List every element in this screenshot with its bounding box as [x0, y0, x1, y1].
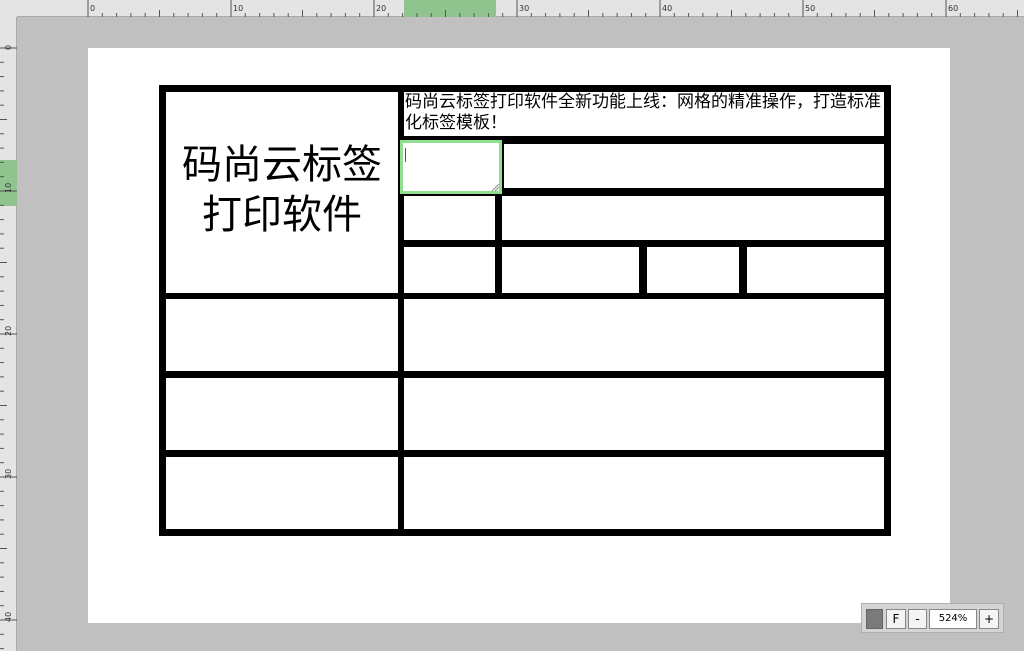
table-cell-row2-col2[interactable]: [502, 196, 884, 240]
ruler-corner: [0, 0, 17, 17]
table-cell-row1-col2[interactable]: [504, 144, 884, 188]
horizontal-ruler[interactable]: 0 10 20 30 40 50 60: [0, 0, 1024, 17]
ruler-label: 10: [233, 4, 243, 13]
text-caret: [405, 148, 406, 162]
table-cell-row5-value[interactable]: [404, 378, 884, 450]
zoom-in-button[interactable]: +: [979, 609, 999, 629]
ruler-label: 20: [4, 326, 13, 336]
ruler-label: 30: [4, 469, 13, 479]
header-announcement-text: 码尚云标签打印软件全新功能上线：网格的精准操作，打造标准化标签模板！: [405, 92, 881, 133]
table-cell-row4-value[interactable]: [404, 299, 884, 371]
table-cell-row3-col2[interactable]: [502, 247, 639, 293]
ruler-label: 60: [948, 4, 958, 13]
ruler-label: 20: [376, 4, 386, 13]
table-cell-row6-label[interactable]: [166, 457, 398, 529]
color-swatch[interactable]: [866, 609, 883, 629]
zoom-out-button[interactable]: -: [908, 609, 927, 629]
ruler-label: 0: [90, 4, 95, 13]
table-cell-row4-label[interactable]: [166, 299, 398, 371]
table-cell-row3-col1[interactable]: [404, 247, 495, 293]
ruler-label: 40: [662, 4, 672, 13]
horizontal-ruler-ticks: 0 10 20 30 40 50 60: [87, 0, 1018, 17]
ruler-label: 0: [4, 45, 13, 50]
brand-title-text: 码尚云标签打印软件: [182, 142, 382, 238]
table-cell-row2-col1[interactable]: [404, 196, 495, 240]
ruler-label: 30: [519, 4, 529, 13]
table-cell-row3-col4[interactable]: [747, 247, 884, 293]
table-cell-row5-label[interactable]: [166, 378, 398, 450]
vertical-ruler[interactable]: 0 10 20 30 40: [0, 17, 17, 651]
ruler-label: 40: [4, 612, 13, 622]
zoom-level-field[interactable]: 524%: [929, 609, 977, 629]
table-cell-row3-col3[interactable]: [647, 247, 739, 293]
zoom-fit-button[interactable]: F: [886, 609, 906, 629]
resize-grip-icon[interactable]: [490, 182, 500, 192]
vertical-ruler-ticks: 0 10 20 30 40: [0, 45, 17, 650]
ruler-label: 10: [4, 183, 13, 193]
selected-text-cell[interactable]: [400, 140, 502, 194]
table-cell-row6-value[interactable]: [404, 457, 884, 529]
ruler-label: 50: [805, 4, 815, 13]
